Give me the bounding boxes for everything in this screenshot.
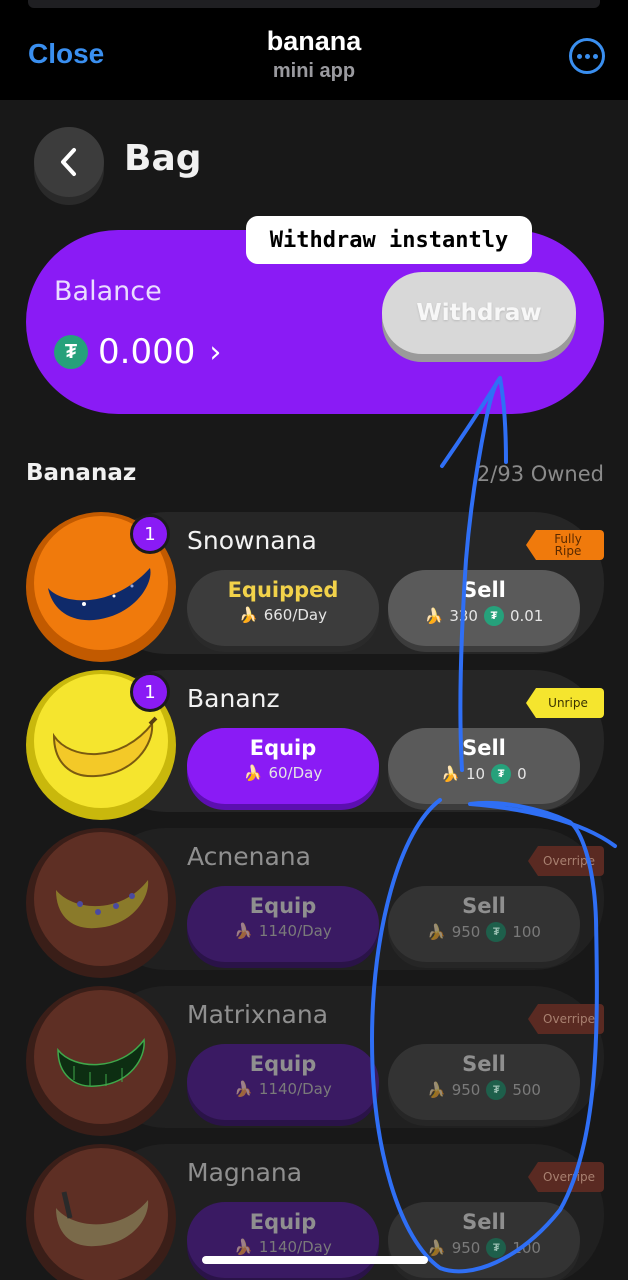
chevron-left-icon [61, 148, 76, 176]
matrix-banana-icon [57, 1038, 145, 1087]
banana-icon: 🍌 [234, 922, 253, 940]
item-name: Matrixnana [187, 1000, 329, 1029]
item-name: Bananz [187, 684, 280, 713]
count-badge: 1 [130, 514, 170, 554]
balance-value-button[interactable]: ₮ 0.000 › [54, 332, 221, 372]
balance-value: 0.000 [98, 332, 196, 372]
sell-button[interactable]: Sell 🍌 950 ₮ 100 [388, 886, 580, 962]
banana-avatar: 1 [26, 670, 176, 820]
ripeness-tag: Unripe [526, 688, 604, 718]
banana-icon: 🍌 [424, 607, 444, 625]
banana-avatar [26, 986, 176, 1136]
equipped-button[interactable]: Equipped 🍌 660/Day [187, 570, 379, 646]
withdraw-tooltip: Withdraw instantly [246, 216, 532, 264]
withdraw-button[interactable]: Withdraw [382, 272, 576, 354]
chevron-right-icon: › [209, 334, 222, 370]
banana-item: 1 Snownana Fully Ripe Equipped 🍌 660/Day … [26, 512, 604, 662]
telegram-header: Close banana mini app [0, 0, 628, 100]
page-title: Bag [124, 138, 202, 179]
ripeness-tag: Overripe [528, 1004, 604, 1034]
top-handle [28, 0, 600, 8]
banana-icon: 🍌 [239, 606, 258, 624]
banana-icon: 🍌 [427, 1081, 446, 1099]
item-name: Snownana [187, 526, 317, 555]
sell-button[interactable]: Sell 🍌 950 ₮ 500 [388, 1044, 580, 1120]
equip-button[interactable]: Equip 🍌 1140/Day [187, 1202, 379, 1278]
banana-avatar [26, 828, 176, 978]
ripeness-tag: Overripe [528, 1162, 604, 1192]
more-options-icon[interactable] [569, 38, 605, 74]
acne-banana-icon [56, 880, 149, 929]
tether-icon: ₮ [486, 1238, 507, 1258]
owned-count: 2/93 Owned [476, 462, 604, 486]
equip-button[interactable]: Equip 🍌 1140/Day [187, 1044, 379, 1120]
banana-icon: 🍌 [441, 765, 461, 783]
app-title: banana [266, 26, 362, 56]
banana-avatar: 1 [26, 512, 176, 662]
ripeness-tag: Fully Ripe [526, 530, 604, 560]
app-subtitle: mini app [272, 60, 356, 82]
equip-button[interactable]: Equip 🍌 60/Day [187, 728, 379, 804]
balance-label: Balance [54, 276, 162, 307]
tether-icon: ₮ [486, 1080, 507, 1100]
banana-avatar [26, 1144, 176, 1280]
item-name: Acnenana [187, 842, 311, 871]
banana-item: Matrixnana Overripe Equip 🍌 1140/Day Sell… [26, 986, 604, 1136]
banana-icon: 🍌 [427, 923, 446, 941]
count-badge: 1 [130, 672, 170, 712]
banana-item: Acnenana Overripe Equip 🍌 1140/Day Sell 🍌… [26, 828, 604, 978]
banana-icon: 🍌 [234, 1238, 253, 1256]
banana-item: 1 Bananz Unripe Equip 🍌 60/Day Sell 🍌 10 ₮ 0 [26, 670, 604, 820]
equip-button[interactable]: Equip 🍌 1140/Day [187, 886, 379, 962]
sell-button[interactable]: Sell 🍌 950 ₮ 100 [388, 1202, 580, 1278]
banana-icon: 🍌 [427, 1239, 446, 1257]
tether-icon: ₮ [483, 606, 504, 626]
magnet-banana-icon [56, 1191, 149, 1247]
tether-icon: ₮ [486, 922, 507, 942]
item-name: Magnana [187, 1158, 303, 1187]
ripeness-tag: Overripe [528, 846, 604, 876]
section-title: Bananaz [26, 460, 137, 486]
tether-icon: ₮ [491, 764, 512, 784]
bag-screen: Bag Balance ₮ 0.000 › Withdraw Withdraw … [0, 100, 628, 1280]
banana-icon: 🍌 [243, 764, 263, 782]
tether-icon: ₮ [54, 335, 88, 369]
home-indicator [202, 1256, 428, 1264]
sell-button[interactable]: Sell 🍌 10 ₮ 0 [388, 728, 580, 804]
banana-icon: 🍌 [234, 1080, 253, 1098]
sell-button[interactable]: Sell 🍌 330 ₮ 0.01 [388, 570, 580, 646]
back-button[interactable] [34, 127, 104, 197]
